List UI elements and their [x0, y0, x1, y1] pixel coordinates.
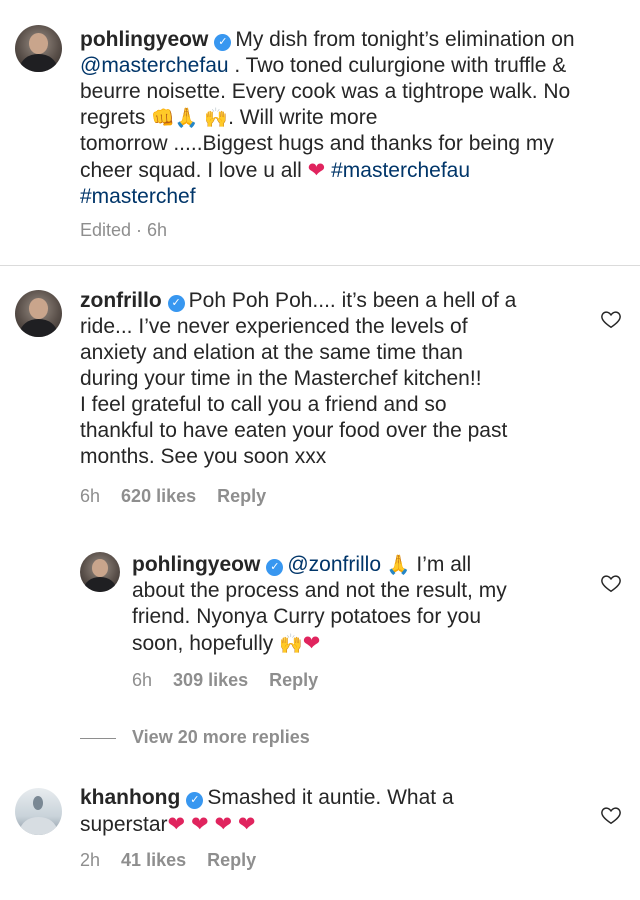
avatar[interactable] — [80, 552, 120, 592]
comment-line: I feel grateful to call you a friend and… — [80, 393, 447, 416]
reply-button[interactable]: Reply — [217, 486, 266, 506]
caption-line: regrets — [80, 106, 146, 129]
comment-meta: 2h 41 likes Reply — [80, 850, 272, 871]
mention-link[interactable]: @masterchefau — [80, 54, 229, 77]
view-more-replies-button[interactable]: View 20 more replies — [80, 727, 310, 748]
verified-badge-icon: ✓ — [214, 34, 232, 51]
likes-count[interactable]: 309 likes — [173, 670, 248, 690]
reply-comment: pohlingyeow ✓ @zonfrillo 🙏 I’m all about t… — [0, 540, 640, 700]
post-caption: pohlingyeow ✓ My dish from tonight’s elimi… — [0, 0, 640, 265]
comment-text: khanhong ✓ Smashed it auntie. What a super… — [80, 785, 590, 838]
avatar[interactable] — [15, 25, 62, 72]
username[interactable]: zonfrillo — [80, 289, 162, 312]
mention-link[interactable]: @zonfrillo — [287, 553, 381, 576]
caption-line: My dish from tonight’s elimination on — [235, 28, 575, 51]
red-heart-icon: ❤ — [167, 812, 186, 836]
verified-badge-icon: ✓ — [266, 559, 284, 576]
hashtag-link[interactable]: #masterchefau — [331, 159, 470, 182]
heart-outline-icon[interactable] — [600, 308, 622, 330]
comment-line: friend. Nyonya Curry potatoes for you — [132, 605, 482, 628]
avatar[interactable] — [15, 290, 62, 337]
caption-line: tomorrow .....Biggest hugs and thanks fo… — [80, 132, 554, 155]
verified-badge-icon: ✓ — [167, 295, 185, 312]
username[interactable]: pohlingyeow — [132, 553, 260, 576]
avatar[interactable] — [15, 788, 62, 835]
comment-line: I’m all — [416, 553, 472, 576]
comment-text: zonfrillo ✓ Poh Poh Poh.... it’s been a he… — [80, 288, 590, 470]
comment-meta: 6h 620 likes Reply — [80, 486, 282, 507]
raised-hands-icon: 🙌 — [279, 633, 303, 655]
comment: khanhong ✓ Smashed it auntie. What a super… — [0, 770, 640, 900]
view-more-label: View 20 more replies — [132, 727, 310, 747]
red-heart-icon: ❤ — [191, 812, 209, 836]
verified-badge-icon: ✓ — [186, 792, 204, 809]
heart-outline-icon[interactable] — [600, 572, 622, 594]
timestamp: 6h — [80, 486, 101, 506]
praying-hands-icon: 🙏 — [386, 554, 411, 576]
comment-line: superstar — [80, 813, 168, 836]
post-meta: Edited · 6h — [80, 220, 168, 240]
divider-line — [80, 737, 116, 739]
hashtag-link[interactable]: #masterchef — [80, 185, 196, 208]
praying-hands-icon: 🙏 — [174, 107, 199, 129]
username[interactable]: pohlingyeow — [80, 28, 208, 51]
comment-line: during your time in the Masterchef kitch… — [80, 367, 482, 390]
comment-text: pohlingyeow ✓ @zonfrillo 🙏 I’m all about t… — [132, 552, 592, 657]
comment-line: soon, hopefully — [132, 632, 274, 655]
comment-meta: 6h 309 likes Reply — [132, 670, 334, 691]
timestamp: 2h — [80, 850, 101, 870]
comment-line: anxiety and elation at the same time tha… — [80, 341, 463, 364]
comment-line: about the process and not the result, my — [132, 579, 507, 602]
comment-line: Poh Poh Poh.... it’s been a hell of a — [188, 289, 517, 312]
comment-line: thankful to have eaten your food over th… — [80, 419, 508, 442]
reply-button[interactable]: Reply — [207, 850, 256, 870]
red-heart-icon: ❤ — [307, 158, 326, 182]
caption-text: pohlingyeow ✓ My dish from tonight’s elimi… — [80, 27, 630, 210]
raised-hands-icon: 🙌 — [204, 107, 229, 129]
caption-line: beurre noisette. Every cook was a tightr… — [80, 80, 571, 103]
username[interactable]: khanhong — [80, 786, 180, 809]
reply-button[interactable]: Reply — [269, 670, 318, 690]
caption-line: cheer squad. I love u all — [80, 159, 302, 182]
red-heart-icon: ❤ — [237, 812, 256, 836]
red-heart-icon: ❤ — [214, 812, 233, 836]
heart-outline-icon[interactable] — [600, 804, 622, 826]
timestamp: 6h — [132, 670, 153, 690]
comment-line: months. See you soon xxx — [80, 445, 327, 468]
caption-line: . Will write more — [228, 106, 378, 129]
red-heart-icon: ❤ — [302, 631, 321, 655]
fist-icon: 👊 — [151, 107, 175, 129]
likes-count[interactable]: 41 likes — [121, 850, 186, 870]
likes-count[interactable]: 620 likes — [121, 486, 196, 506]
caption-line: . Two toned culurgione with truffle & — [228, 54, 567, 77]
comment-line: ride... I’ve never experienced the level… — [80, 315, 468, 338]
comment-line: Smashed it auntie. What a — [207, 786, 454, 809]
comment: zonfrillo ✓ Poh Poh Poh.... it’s been a he… — [0, 266, 640, 506]
